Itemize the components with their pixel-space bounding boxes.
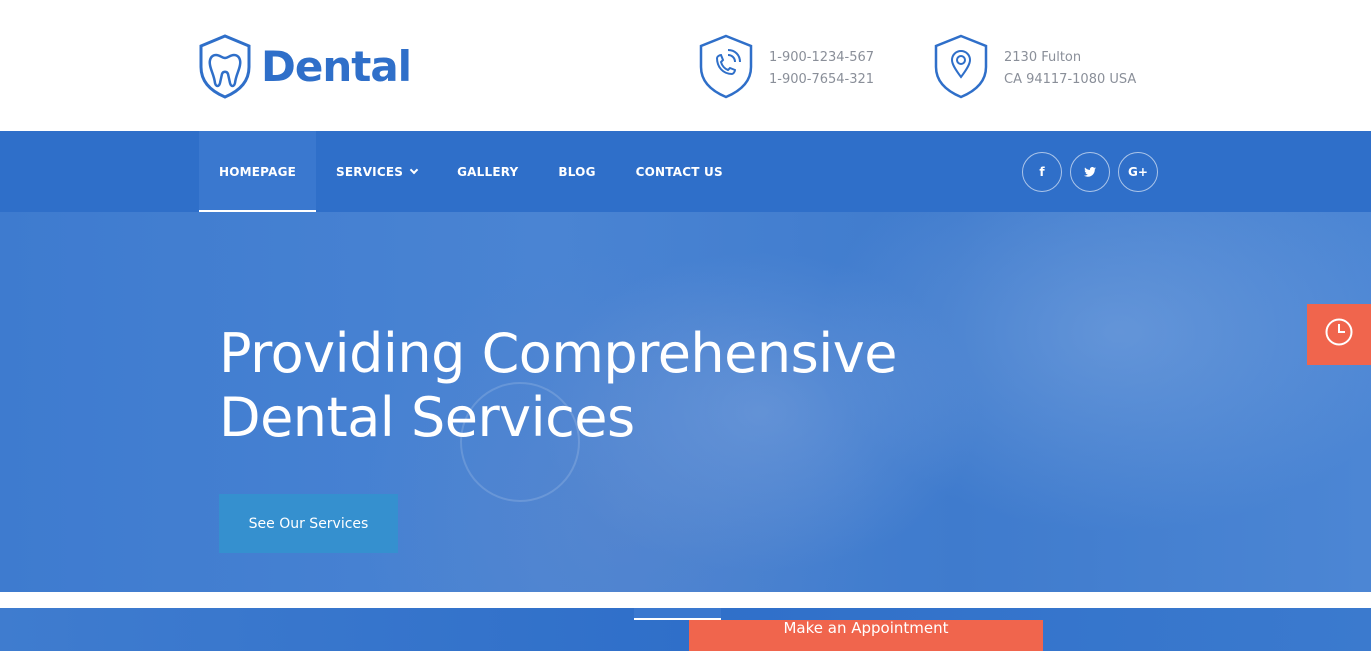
phone-shield-icon bbox=[695, 33, 757, 104]
brand-name: Dental bbox=[261, 41, 412, 91]
hero-title: Providing Comprehensive Dental Services bbox=[219, 322, 897, 450]
chevron-down-icon bbox=[409, 165, 419, 174]
logo[interactable]: Dental bbox=[197, 33, 412, 99]
nav-item-contact-us[interactable]: CONTACT US bbox=[616, 131, 743, 212]
hero-banner: Providing Comprehensive Dental Services … bbox=[0, 212, 1371, 592]
nav-item-blog[interactable]: BLOG bbox=[538, 131, 615, 212]
see-our-services-button[interactable]: See Our Services bbox=[219, 494, 398, 553]
section-divider bbox=[0, 592, 1371, 608]
nav-item-label: HOMEPAGE bbox=[219, 164, 297, 179]
nav-item-gallery[interactable]: GALLERY bbox=[437, 131, 538, 212]
make-appointment-button[interactable]: Make an Appointment bbox=[689, 620, 1043, 651]
address-line-2: CA 94117-1080 USA bbox=[1004, 71, 1137, 87]
main-navbar: HOMEPAGE SERVICES GALLERY BLOG CONTACT U… bbox=[0, 131, 1371, 212]
nav-item-services[interactable]: SERVICES bbox=[316, 131, 437, 212]
nav-menu: HOMEPAGE SERVICES GALLERY BLOG CONTACT U… bbox=[199, 131, 743, 212]
site-header: Dental 1-900-1234-567 1-900-7654-321 213… bbox=[0, 0, 1371, 131]
clock-icon bbox=[1324, 317, 1354, 352]
location-pin-shield-icon bbox=[930, 33, 992, 104]
address-line-1: 2130 Fulton bbox=[1004, 49, 1082, 65]
google-plus-icon[interactable]: G+ bbox=[1118, 152, 1158, 192]
contact-phone: 1-900-1234-567 1-900-7654-321 bbox=[695, 33, 874, 104]
facebook-icon[interactable]: f bbox=[1022, 152, 1062, 192]
nav-item-label: CONTACT US bbox=[635, 164, 723, 179]
phone-line-1[interactable]: 1-900-1234-567 bbox=[769, 47, 874, 69]
nav-item-homepage[interactable]: HOMEPAGE bbox=[199, 131, 317, 212]
opening-hours-tab[interactable] bbox=[1307, 304, 1371, 365]
nav-item-label: GALLERY bbox=[457, 164, 519, 179]
nav-item-label: SERVICES bbox=[336, 164, 404, 179]
hero-title-line-1: Providing Comprehensive bbox=[219, 322, 897, 385]
social-links: f G+ bbox=[1022, 152, 1158, 192]
nav-item-label: BLOG bbox=[558, 164, 596, 179]
phone-line-2[interactable]: 1-900-7654-321 bbox=[769, 69, 874, 91]
tooth-shield-icon bbox=[197, 33, 253, 99]
contact-address: 2130 Fulton CA 94117-1080 USA bbox=[930, 33, 1136, 104]
twitter-icon[interactable] bbox=[1070, 152, 1110, 192]
lower-nav-accent bbox=[634, 608, 721, 620]
hero-title-line-2: Dental Services bbox=[219, 386, 635, 449]
